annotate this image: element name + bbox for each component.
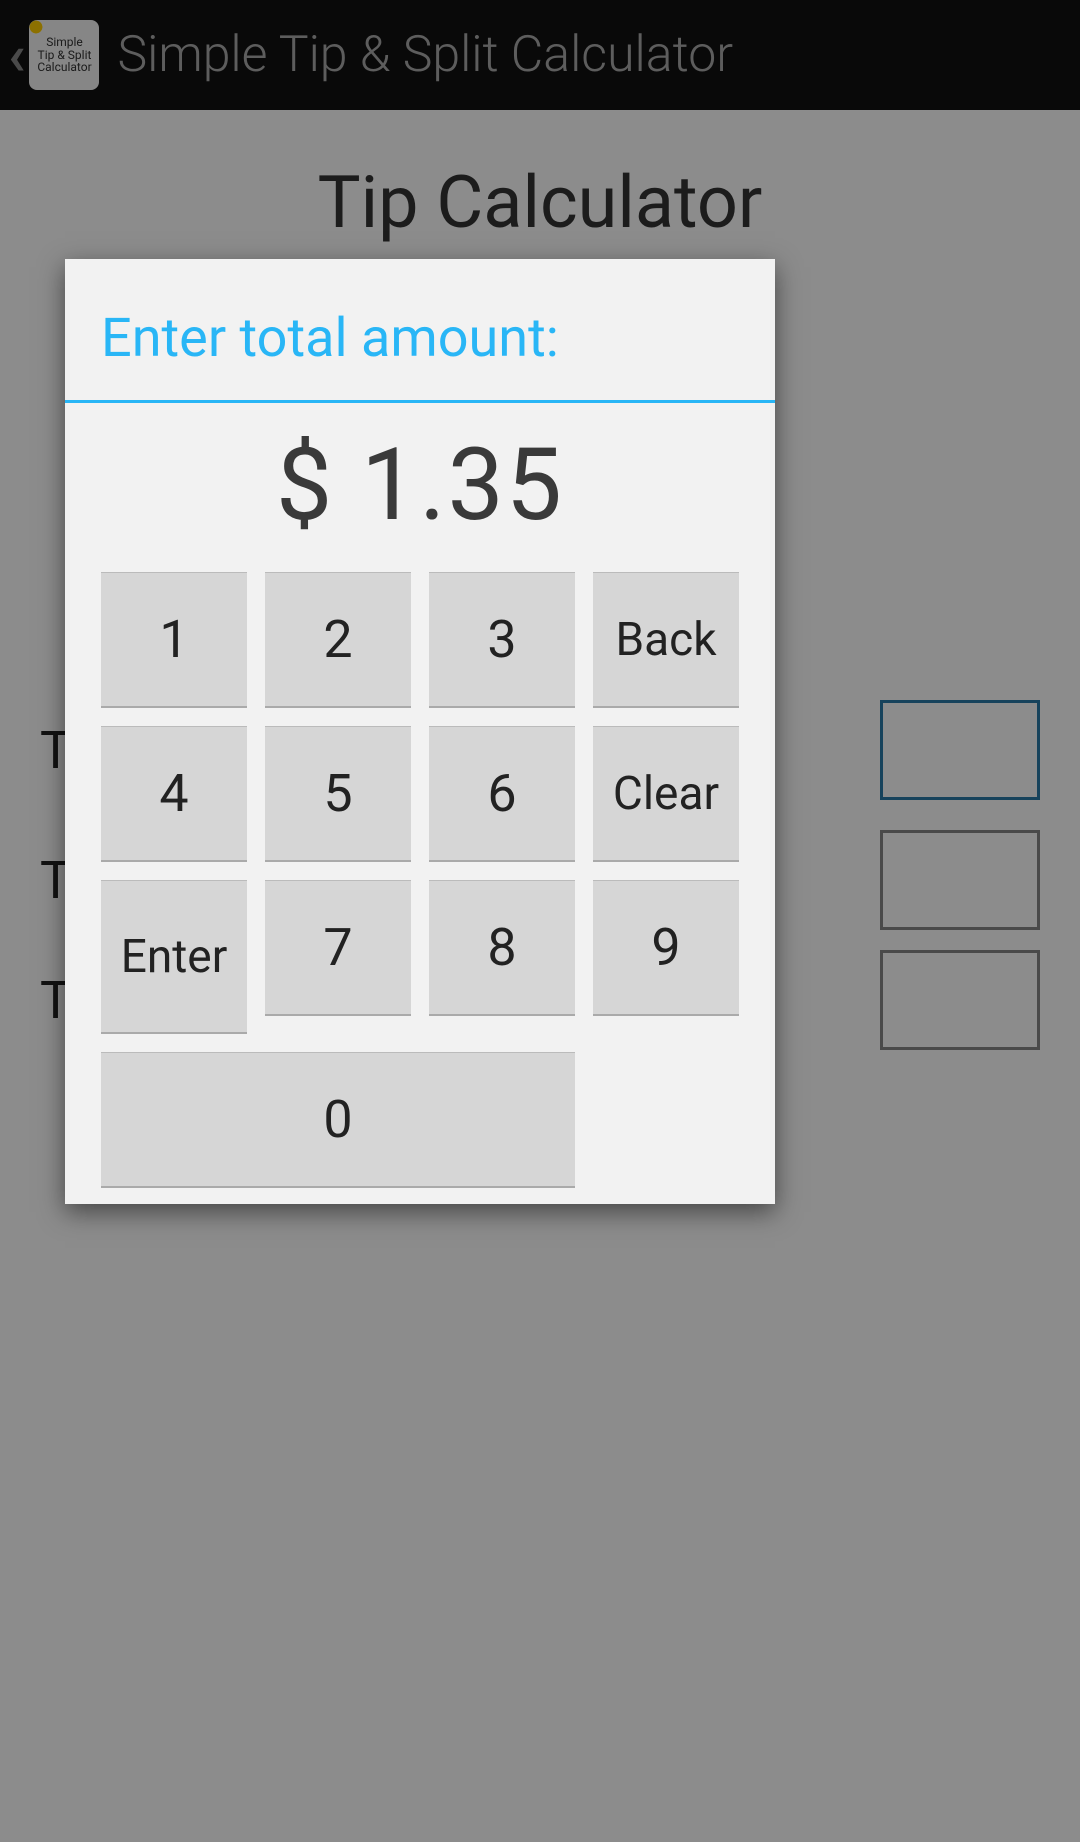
key-8[interactable]: 8 bbox=[429, 880, 575, 1016]
key-7[interactable]: 7 bbox=[265, 880, 411, 1016]
amount-display: $ 1.35 bbox=[65, 403, 775, 572]
keypad: 1 2 3 Back 4 5 6 Clear 7 8 9 Enter 0 bbox=[65, 572, 775, 1188]
key-back[interactable]: Back bbox=[593, 572, 739, 708]
key-4[interactable]: 4 bbox=[101, 726, 247, 862]
key-5[interactable]: 5 bbox=[265, 726, 411, 862]
enter-amount-dialog: Enter total amount: $ 1.35 1 2 3 Back 4 … bbox=[65, 259, 775, 1204]
key-1[interactable]: 1 bbox=[101, 572, 247, 708]
key-2[interactable]: 2 bbox=[265, 572, 411, 708]
key-enter[interactable]: Enter bbox=[101, 880, 247, 1034]
key-6[interactable]: 6 bbox=[429, 726, 575, 862]
key-0[interactable]: 0 bbox=[101, 1052, 575, 1188]
key-clear[interactable]: Clear bbox=[593, 726, 739, 862]
key-9[interactable]: 9 bbox=[593, 880, 739, 1016]
dialog-title: Enter total amount: bbox=[65, 259, 775, 400]
key-3[interactable]: 3 bbox=[429, 572, 575, 708]
